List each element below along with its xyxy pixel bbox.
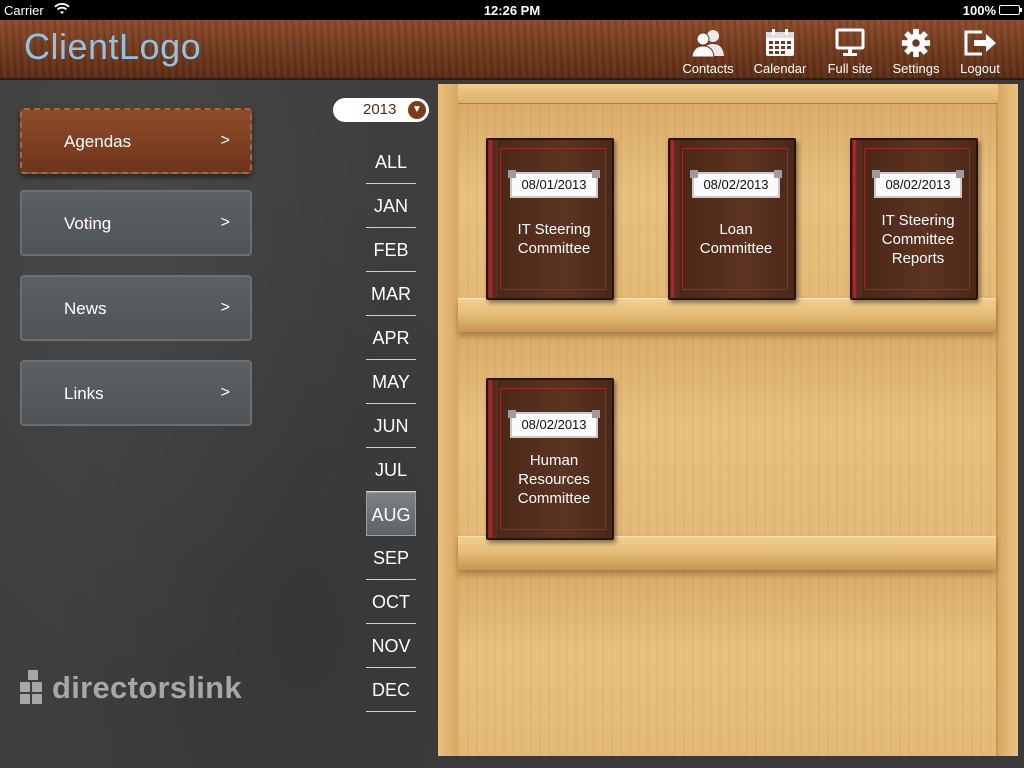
book-title-line: Human bbox=[529, 452, 579, 469]
full-site-button[interactable]: Full site bbox=[812, 26, 888, 78]
battery-percent: 100% bbox=[962, 3, 996, 18]
month-mar[interactable]: MAR bbox=[366, 272, 416, 316]
sidebar-item-label: News bbox=[64, 299, 107, 318]
book-title: Loan Committee bbox=[684, 220, 788, 258]
sidebar-item-label: Agendas bbox=[64, 132, 132, 151]
month-apr[interactable]: APR bbox=[366, 316, 416, 360]
sidebar-item-label: Links bbox=[64, 384, 104, 403]
gear-icon bbox=[901, 28, 931, 58]
shelf-bay bbox=[458, 570, 996, 756]
month-oct[interactable]: OCT bbox=[366, 580, 416, 624]
book-title-line: Reports bbox=[891, 250, 945, 267]
shelf-frame-top bbox=[438, 84, 1018, 104]
sidebar-item-links[interactable]: Links > bbox=[20, 360, 252, 426]
book-title: Human Resources Committee bbox=[502, 451, 606, 508]
month-dec[interactable]: DEC bbox=[366, 668, 416, 712]
app-header: ClientLogo Contacts Calendar Full site S… bbox=[0, 20, 1024, 80]
battery-icon bbox=[999, 5, 1022, 15]
month-jan[interactable]: JAN bbox=[366, 184, 416, 228]
sidebar-item-label: Voting bbox=[64, 214, 112, 233]
shelf-side-right bbox=[998, 84, 1018, 756]
book-spine bbox=[488, 380, 494, 538]
book-date: 08/02/2013 bbox=[508, 410, 600, 438]
left-panel: Agendas > Voting > News > Links > 2013 ▼… bbox=[0, 80, 438, 768]
shelf-side-left bbox=[438, 84, 458, 756]
year-select[interactable]: 2013 ▼ bbox=[333, 98, 429, 122]
book-title-line: Committee bbox=[699, 240, 773, 257]
book-title-line: IT Steering bbox=[881, 212, 955, 229]
shelf-board bbox=[458, 536, 996, 570]
book-date: 08/02/2013 bbox=[690, 170, 782, 198]
calendar-icon bbox=[766, 29, 794, 56]
contacts-icon bbox=[691, 30, 724, 58]
agenda-book[interactable]: 08/01/2013 IT Steering Committee bbox=[486, 138, 614, 300]
book-title-line: Committee bbox=[881, 231, 955, 248]
book-title-line: Loan bbox=[719, 221, 753, 238]
chevron-right-icon: > bbox=[220, 214, 230, 231]
month-nov[interactable]: NOV bbox=[366, 624, 416, 668]
sidebar-item-voting[interactable]: Voting > bbox=[20, 190, 252, 256]
book-title: IT Steering Committee Reports bbox=[866, 211, 970, 268]
contacts-button[interactable]: Contacts bbox=[670, 26, 746, 78]
month-aug[interactable]: AUG bbox=[366, 492, 416, 536]
agenda-book[interactable]: 08/02/2013 IT Steering Committee Reports bbox=[850, 138, 978, 300]
sidebar-item-news[interactable]: News > bbox=[20, 275, 252, 341]
chevron-right-icon: > bbox=[220, 132, 230, 149]
book-title-line: Committee bbox=[517, 240, 591, 257]
month-feb[interactable]: FEB bbox=[366, 228, 416, 272]
book-spine bbox=[488, 140, 494, 298]
book-title-line: Committee bbox=[517, 490, 591, 507]
book-title-line: Resources bbox=[518, 471, 590, 488]
month-sep[interactable]: SEP bbox=[366, 536, 416, 580]
book-title: IT Steering Committee bbox=[502, 220, 606, 258]
shelf-board bbox=[458, 298, 996, 332]
contacts-label: Contacts bbox=[682, 61, 734, 76]
brand-text: directorslink bbox=[52, 670, 242, 705]
logout-icon bbox=[964, 30, 996, 56]
calendar-button[interactable]: Calendar bbox=[742, 26, 818, 78]
month-jun[interactable]: JUN bbox=[366, 404, 416, 448]
agenda-book[interactable]: 08/02/2013 Human Resources Committee bbox=[486, 378, 614, 540]
year-value: 2013 bbox=[363, 101, 397, 118]
bookshelf: 08/01/2013 IT Steering Committee 08/02/2… bbox=[438, 84, 1018, 756]
chevron-down-icon: ▼ bbox=[408, 101, 426, 119]
calendar-label: Calendar bbox=[753, 61, 807, 76]
monitor-icon bbox=[835, 28, 865, 56]
chevron-right-icon: > bbox=[220, 299, 230, 316]
clock: 12:26 PM bbox=[483, 3, 541, 18]
full-site-label: Full site bbox=[827, 61, 873, 76]
month-may[interactable]: MAY bbox=[366, 360, 416, 404]
month-jul[interactable]: JUL bbox=[366, 448, 416, 492]
brand-mark-icon bbox=[20, 670, 46, 708]
logout-label: Logout bbox=[960, 61, 1000, 76]
book-spine bbox=[852, 140, 858, 298]
book-title-line: IT Steering bbox=[517, 221, 591, 238]
book-date: 08/01/2013 bbox=[508, 170, 600, 198]
sidebar-item-agendas[interactable]: Agendas > bbox=[20, 108, 252, 174]
logout-button[interactable]: Logout bbox=[942, 26, 1018, 78]
status-bar: Carrier 12:26 PM 100% bbox=[0, 0, 1024, 20]
client-logo: ClientLogo bbox=[24, 26, 202, 67]
month-all[interactable]: ALL bbox=[366, 140, 416, 184]
book-date: 08/02/2013 bbox=[872, 170, 964, 198]
chevron-right-icon: > bbox=[220, 384, 230, 401]
book-spine bbox=[670, 140, 676, 298]
agenda-book[interactable]: 08/02/2013 Loan Committee bbox=[668, 138, 796, 300]
